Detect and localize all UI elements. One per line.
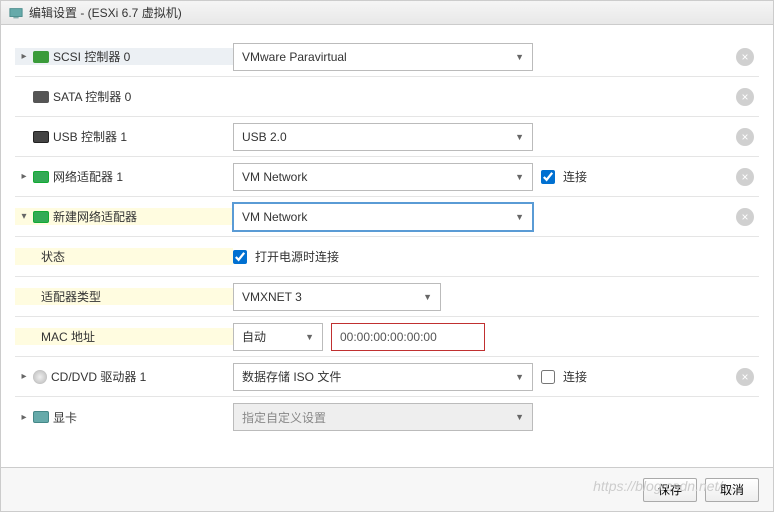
nic-new-select[interactable]: VM Network bbox=[233, 203, 533, 231]
remove-nic1-button[interactable]: × bbox=[736, 168, 754, 186]
remove-sata-button[interactable]: × bbox=[736, 88, 754, 106]
adapter-type-select[interactable]: VMXNET 3 bbox=[233, 283, 441, 311]
nic-icon bbox=[33, 171, 49, 183]
mac-mode-select[interactable]: 自动 bbox=[233, 323, 323, 351]
vm-icon bbox=[9, 6, 23, 20]
edit-settings-dialog: 编辑设置 - (ESXi 6.7 虚拟机) ▸ SCSI 控制器 0 VMwar… bbox=[0, 0, 774, 512]
dialog-content: ▸ SCSI 控制器 0 VMware Paravirtual × SATA 控… bbox=[1, 25, 773, 467]
gpu-select[interactable]: 指定自定义设置 bbox=[233, 403, 533, 431]
expander-icon[interactable]: ▸ bbox=[19, 412, 29, 423]
cd-connect-checkbox[interactable] bbox=[541, 370, 555, 384]
row-nic1: ▸ 网络适配器 1 VM Network 连接 × bbox=[15, 157, 759, 197]
scsi-select[interactable]: VMware Paravirtual bbox=[233, 43, 533, 71]
save-button[interactable]: 保存 bbox=[643, 478, 697, 502]
status-value: 打开电源时连接 bbox=[255, 248, 339, 265]
sata-icon bbox=[33, 91, 49, 103]
usb-icon bbox=[33, 131, 49, 143]
row-nic-new: ▾ 新建网络适配器 VM Network × bbox=[15, 197, 759, 237]
remove-scsi-button[interactable]: × bbox=[736, 48, 754, 66]
nic1-connect-checkbox[interactable] bbox=[541, 170, 555, 184]
expander-icon[interactable]: ▸ bbox=[19, 171, 29, 182]
remove-usb-button[interactable]: × bbox=[736, 128, 754, 146]
remove-cd-button[interactable]: × bbox=[736, 368, 754, 386]
usb-select[interactable]: USB 2.0 bbox=[233, 123, 533, 151]
cd-icon bbox=[33, 370, 47, 384]
nic1-select[interactable]: VM Network bbox=[233, 163, 533, 191]
expander-icon[interactable]: ▸ bbox=[19, 51, 29, 62]
expander-icon[interactable]: ▸ bbox=[19, 371, 29, 382]
gpu-label: 显卡 bbox=[53, 409, 77, 426]
cd-connect-label: 连接 bbox=[563, 368, 587, 385]
nic1-connect-label: 连接 bbox=[563, 168, 587, 185]
dialog-titlebar: 编辑设置 - (ESXi 6.7 虚拟机) bbox=[1, 1, 773, 25]
row-sata: SATA 控制器 0 × bbox=[15, 77, 759, 117]
status-checkbox[interactable] bbox=[233, 250, 247, 264]
row-scsi: ▸ SCSI 控制器 0 VMware Paravirtual × bbox=[15, 37, 759, 77]
row-usb: USB 控制器 1 USB 2.0 × bbox=[15, 117, 759, 157]
status-label: 状态 bbox=[41, 248, 65, 265]
sata-label: SATA 控制器 0 bbox=[53, 88, 131, 105]
row-cd: ▸ CD/DVD 驱动器 1 数据存储 ISO 文件 连接 × bbox=[15, 357, 759, 397]
mac-address-input[interactable] bbox=[331, 323, 485, 351]
nic1-label: 网络适配器 1 bbox=[53, 168, 123, 185]
remove-nic-new-button[interactable]: × bbox=[736, 208, 754, 226]
row-gpu: ▸ 显卡 指定自定义设置 bbox=[15, 397, 759, 437]
nic-icon bbox=[33, 211, 49, 223]
dialog-title: 编辑设置 - (ESXi 6.7 虚拟机) bbox=[29, 4, 182, 21]
display-icon bbox=[33, 411, 49, 423]
row-status: 状态 打开电源时连接 bbox=[15, 237, 759, 277]
expander-icon[interactable]: ▾ bbox=[19, 211, 29, 222]
dialog-footer: 保存 取消 bbox=[1, 467, 773, 511]
scsi-icon bbox=[33, 51, 49, 63]
usb-label: USB 控制器 1 bbox=[53, 128, 127, 145]
mac-label: MAC 地址 bbox=[41, 328, 95, 345]
row-mac: MAC 地址 自动 bbox=[15, 317, 759, 357]
row-adapter-type: 适配器类型 VMXNET 3 bbox=[15, 277, 759, 317]
nic-new-label: 新建网络适配器 bbox=[53, 208, 137, 225]
adapter-type-label: 适配器类型 bbox=[41, 288, 101, 305]
cd-select[interactable]: 数据存储 ISO 文件 bbox=[233, 363, 533, 391]
cd-label: CD/DVD 驱动器 1 bbox=[51, 368, 146, 385]
cancel-button[interactable]: 取消 bbox=[705, 478, 759, 502]
scsi-label: SCSI 控制器 0 bbox=[53, 48, 130, 65]
